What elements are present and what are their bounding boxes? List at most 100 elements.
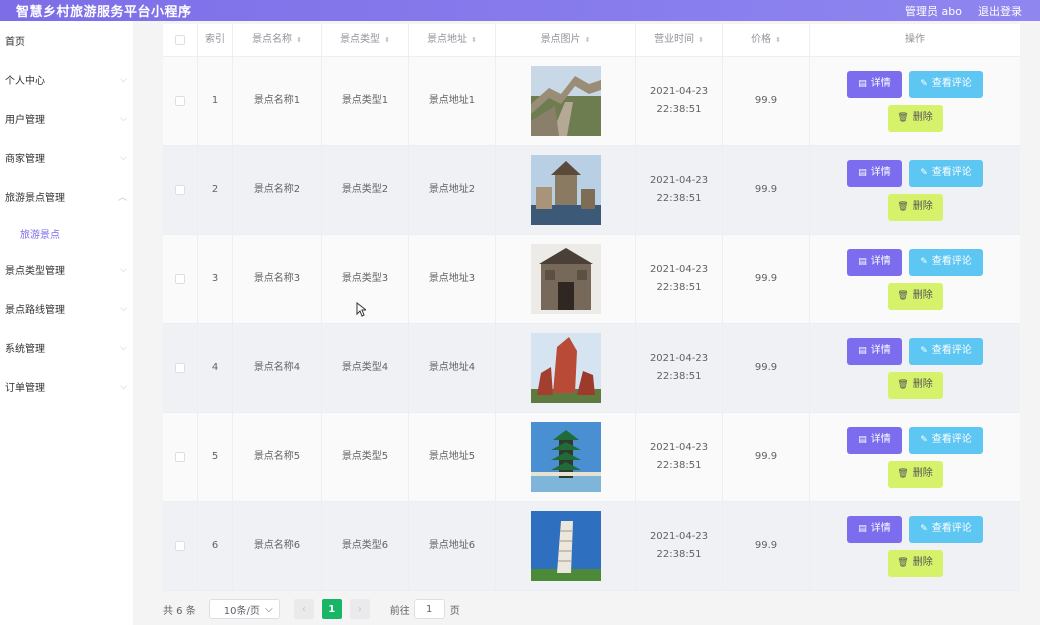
sort-icon[interactable]: ⬍ [698, 31, 704, 49]
sidebar-item-label: 商家管理 [5, 154, 45, 165]
view-comments-button[interactable]: ✎ 查看评论 [909, 515, 983, 543]
price: 99.9 [723, 146, 810, 234]
sidebar-item-order-management[interactable]: 订单管理 ⌵ [0, 367, 133, 406]
view-comments-button[interactable]: ✎ 查看评论 [909, 70, 983, 98]
row-checkbox[interactable] [175, 274, 185, 284]
leaning-tower-image[interactable] [530, 511, 601, 581]
row-index: 5 [198, 413, 233, 501]
row-checkbox[interactable] [175, 363, 185, 373]
goto-page-input[interactable] [413, 599, 445, 619]
logout-link[interactable]: 退出登录 [978, 3, 1022, 19]
sidebar-item-label: 旅游景点 [20, 229, 60, 241]
row-checkbox[interactable] [175, 541, 185, 551]
column-header-type[interactable]: 景点类型 ⬍ [322, 24, 409, 56]
detail-button[interactable]: ▤ 详情 [847, 70, 902, 98]
delete-button[interactable]: 🗑 删除 [887, 460, 943, 488]
header-actions: 管理员 abo 退出登录 [905, 3, 1022, 19]
edit-icon: ✎ [920, 435, 928, 445]
price: 99.9 [723, 502, 810, 590]
select-all-checkbox[interactable] [175, 35, 185, 45]
top-bar: 智慧乡村旅游服务平台小程序 管理员 abo 退出登录 [0, 0, 1040, 21]
row-select[interactable] [163, 57, 198, 145]
page-number-active[interactable]: 1 [321, 599, 342, 619]
next-page-button[interactable]: › [349, 599, 370, 619]
delete-button[interactable]: 🗑 删除 [887, 104, 943, 132]
row-select[interactable] [163, 324, 198, 412]
sort-icon[interactable]: ⬍ [384, 31, 390, 49]
header-select-all[interactable] [163, 24, 198, 56]
great-wall-image[interactable] [530, 66, 601, 136]
sidebar-item-user-management[interactable]: 用户管理 ⌵ [0, 99, 133, 138]
delete-button[interactable]: 🗑 删除 [887, 549, 943, 577]
view-comments-button[interactable]: ✎ 查看评论 [909, 159, 983, 187]
prev-page-button[interactable]: ‹ [293, 599, 314, 619]
table-row: 1 景点名称1 景点类型1 景点地址1 2021-04-23 22:38:51 … [163, 57, 1020, 146]
detail-button[interactable]: ▤ 详情 [847, 337, 902, 365]
stone-gate-image[interactable] [530, 244, 601, 314]
row-actions: ▤ 详情 ✎ 查看评论 🗑 删除 [810, 57, 1020, 145]
chevron-down-icon: ⌵ [120, 342, 127, 353]
opening-time: 2021-04-23 22:38:51 [636, 502, 723, 590]
view-comments-button-label: 查看评论 [931, 256, 972, 267]
sidebar-subitem-attractions[interactable]: 旅游景点 [0, 216, 133, 250]
row-select[interactable] [163, 413, 198, 501]
attraction-type: 景点类型1 [322, 57, 409, 145]
row-select[interactable] [163, 502, 198, 590]
detail-button[interactable]: ▤ 详情 [847, 426, 902, 454]
row-index: 6 [198, 502, 233, 590]
sidebar-item-merchant-management[interactable]: 商家管理 ⌵ [0, 138, 133, 177]
detail-button[interactable]: ▤ 详情 [847, 515, 902, 543]
sidebar-item-system-management[interactable]: 系统管理 ⌵ [0, 328, 133, 367]
price: 99.9 [723, 235, 810, 323]
delete-button-label: 删除 [912, 201, 933, 212]
attraction-image-cell [496, 502, 636, 590]
sidebar-item-home[interactable]: 首页 [0, 21, 133, 60]
detail-button[interactable]: ▤ 详情 [847, 159, 902, 187]
delete-button[interactable]: 🗑 删除 [887, 193, 943, 221]
sidebar-item-attraction-type-management[interactable]: 景点类型管理 ⌵ [0, 250, 133, 289]
sidebar-item-route-management[interactable]: 景点路线管理 ⌵ [0, 289, 133, 328]
page-size-select[interactable]: 10条/页 ⌵ [208, 599, 280, 619]
sort-icon[interactable]: ⬍ [296, 31, 302, 49]
detail-button[interactable]: ▤ 详情 [847, 248, 902, 276]
view-comments-button-label: 查看评论 [931, 78, 972, 89]
view-comments-button[interactable]: ✎ 查看评论 [909, 426, 983, 454]
chevron-down-icon: ⌵ [120, 381, 127, 392]
column-header-image[interactable]: 景点图片 ⬍ [496, 24, 636, 56]
column-header-price[interactable]: 价格 ⬍ [723, 24, 810, 56]
view-comments-button[interactable]: ✎ 查看评论 [909, 337, 983, 365]
sort-icon[interactable]: ⬍ [471, 31, 477, 49]
row-select[interactable] [163, 146, 198, 234]
delete-button[interactable]: 🗑 删除 [887, 282, 943, 310]
attraction-address: 景点地址3 [409, 235, 496, 323]
row-checkbox[interactable] [175, 96, 185, 106]
delete-button-label: 删除 [912, 557, 933, 568]
sort-icon[interactable]: ⬍ [775, 31, 781, 49]
edit-icon: ✎ [920, 79, 928, 89]
sidebar-item-attraction-management[interactable]: 旅游景点管理 ︿ [0, 177, 133, 216]
sidebar-item-label: 景点类型管理 [5, 266, 65, 277]
view-comments-button-label: 查看评论 [931, 434, 972, 445]
admin-user-label[interactable]: 管理员 abo [905, 3, 962, 19]
row-select[interactable] [163, 235, 198, 323]
sidebar-item-label: 首页 [5, 37, 25, 48]
red-rock-image[interactable] [530, 333, 601, 403]
tower-lake-image[interactable] [530, 155, 601, 225]
total-count: 共 6 条 [163, 605, 196, 617]
column-header-name[interactable]: 景点名称 ⬍ [233, 24, 322, 56]
sort-icon[interactable]: ⬍ [585, 31, 591, 49]
sidebar-item-label: 旅游景点管理 [5, 193, 65, 204]
view-comments-button[interactable]: ✎ 查看评论 [909, 248, 983, 276]
view-comments-button-label: 查看评论 [931, 523, 972, 534]
delete-button[interactable]: 🗑 删除 [887, 371, 943, 399]
row-checkbox[interactable] [175, 185, 185, 195]
sidebar-item-label: 订单管理 [5, 383, 45, 394]
opening-time: 2021-04-23 22:38:51 [636, 146, 723, 234]
attraction-image-cell [496, 57, 636, 145]
row-checkbox[interactable] [175, 452, 185, 462]
column-header-time[interactable]: 营业时间 ⬍ [636, 24, 723, 56]
detail-button-label: 详情 [870, 78, 891, 89]
pagoda-image[interactable] [530, 422, 601, 492]
column-header-address[interactable]: 景点地址 ⬍ [409, 24, 496, 56]
sidebar-item-personal-center[interactable]: 个人中心 ⌵ [0, 60, 133, 99]
